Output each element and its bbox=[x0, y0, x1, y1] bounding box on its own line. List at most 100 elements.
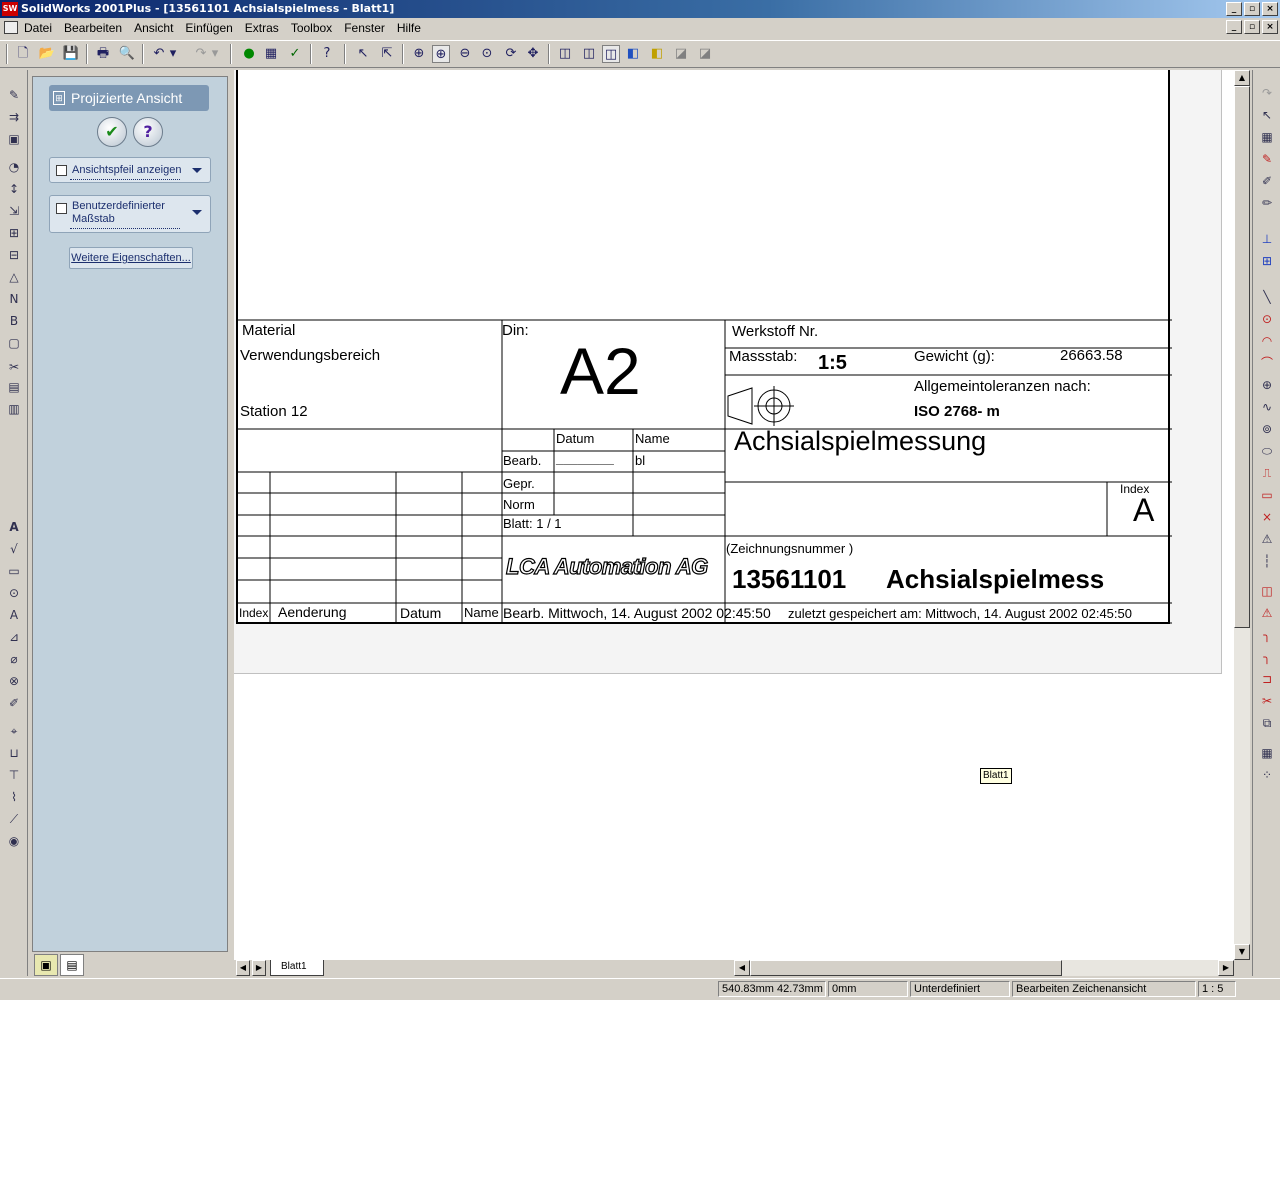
vertical-scroll-thumb[interactable] bbox=[1234, 86, 1250, 628]
open-icon[interactable]: 📂 bbox=[38, 45, 56, 63]
chevron-down-icon[interactable] bbox=[192, 210, 202, 215]
drawing-area[interactable]: Material Din: Werkstoff Nr. Verwendungsb… bbox=[234, 70, 1234, 960]
surface-finish-icon[interactable]: √ bbox=[5, 540, 23, 558]
fillet-icon[interactable]: ╮ bbox=[1258, 626, 1276, 644]
select-filter-icon[interactable]: ⇱ bbox=[378, 45, 396, 63]
note-icon[interactable]: A bbox=[5, 518, 23, 536]
predefined-view-icon[interactable]: ✂ bbox=[5, 358, 23, 376]
grid-icon[interactable]: ▦ bbox=[1258, 128, 1276, 146]
alternate-position-icon[interactable]: N bbox=[5, 290, 23, 308]
show-view-arrow-checkbox[interactable] bbox=[56, 165, 67, 176]
more-properties-button[interactable]: Weitere Eigenschaften... bbox=[69, 247, 193, 269]
perspective-icon[interactable]: ◪ bbox=[672, 45, 690, 63]
split-icon[interactable]: ✂ bbox=[1258, 692, 1276, 710]
help-button[interactable]: ? bbox=[133, 117, 163, 147]
hidden-removed-icon[interactable]: ◫ bbox=[602, 45, 620, 63]
add-relation-icon[interactable]: ⊥ bbox=[1258, 230, 1276, 248]
projected-view-icon[interactable]: ▣ bbox=[5, 130, 23, 148]
circular-pattern-icon[interactable]: ⁘ bbox=[1258, 766, 1276, 784]
zoom-selection-icon[interactable]: ⊙ bbox=[478, 45, 496, 63]
datum-target-icon[interactable]: ⊗ bbox=[5, 672, 23, 690]
centerpoint-arc-icon[interactable]: ⊚ bbox=[1258, 420, 1276, 438]
rectangle-icon[interactable]: ▭ bbox=[1258, 486, 1276, 504]
auxiliary-view-icon[interactable]: ◔ bbox=[5, 158, 23, 176]
convert-entities-icon[interactable]: ⚠ bbox=[1258, 604, 1276, 622]
new-icon[interactable]: 🗋 bbox=[14, 45, 32, 63]
weld-symbol-icon[interactable]: ⊿ bbox=[5, 628, 23, 646]
select-icon[interactable]: ↖ bbox=[1258, 106, 1276, 124]
scroll-down-icon[interactable]: ▼ bbox=[1234, 944, 1250, 960]
property-manager-tab-icon[interactable]: ▤ bbox=[60, 954, 84, 976]
hidden-lines-icon[interactable]: ◫ bbox=[580, 45, 598, 63]
centerline-icon[interactable]: ┆ bbox=[1258, 552, 1276, 570]
update-view-icon[interactable]: ▤ bbox=[5, 378, 23, 396]
center-mark-icon[interactable]: ⌖ bbox=[5, 722, 23, 740]
print-preview-icon[interactable]: 🔍 bbox=[118, 45, 136, 63]
linear-pattern-icon[interactable]: ▦ bbox=[1258, 744, 1276, 762]
smart-dimension-icon[interactable]: ⟋ bbox=[5, 810, 23, 828]
select-icon[interactable]: ↖ bbox=[354, 45, 372, 63]
doc-restore-button[interactable]: ▫ bbox=[1244, 20, 1260, 34]
mirror-icon[interactable]: ⚠ bbox=[1258, 530, 1276, 548]
menu-einfuegen[interactable]: Einfügen bbox=[185, 21, 232, 35]
spline-icon[interactable]: ∿ bbox=[1258, 398, 1276, 416]
cosmetic-thread-icon[interactable]: ✐ bbox=[5, 694, 23, 712]
offset-icon[interactable]: ◫ bbox=[1258, 582, 1276, 600]
rotate-icon[interactable]: ⟳ bbox=[502, 45, 520, 63]
menu-fenster[interactable]: Fenster bbox=[344, 21, 385, 35]
datum-feature-icon[interactable]: A bbox=[5, 606, 23, 624]
aligned-section-icon[interactable]: ⇲ bbox=[5, 202, 23, 220]
section-view-icon[interactable]: ↕ bbox=[5, 180, 23, 198]
hole-callout-icon[interactable]: ⌀ bbox=[5, 650, 23, 668]
doc-minimize-button[interactable]: _ bbox=[1226, 20, 1242, 34]
tangent-arc-icon[interactable]: ◠ bbox=[1258, 332, 1276, 350]
menu-toolbox[interactable]: Toolbox bbox=[291, 21, 332, 35]
chevron-down-icon[interactable] bbox=[192, 168, 202, 173]
check-icon[interactable]: ✓ bbox=[286, 45, 304, 63]
line-icon[interactable]: ╲ bbox=[1258, 288, 1276, 306]
ellipse-icon[interactable]: ⬭ bbox=[1258, 442, 1276, 460]
section-icon[interactable]: ◪ bbox=[696, 45, 714, 63]
wireframe-icon[interactable]: ◫ bbox=[556, 45, 574, 63]
save-icon[interactable]: 💾 bbox=[62, 45, 80, 63]
close-button[interactable]: × bbox=[1262, 2, 1278, 16]
trim-icon[interactable]: × bbox=[1258, 508, 1276, 526]
menu-hilfe[interactable]: Hilfe bbox=[397, 21, 421, 35]
zoom-area-icon[interactable]: ⊕ bbox=[432, 45, 450, 63]
centerline-icon[interactable]: ⊔ bbox=[5, 744, 23, 762]
undo-dropdown-icon[interactable]: ▾ bbox=[168, 45, 178, 63]
relative-view-icon[interactable]: B bbox=[5, 312, 23, 330]
vertical-scrollbar[interactable]: ▲ ▼ bbox=[1234, 70, 1250, 960]
doc-close-button[interactable]: × bbox=[1262, 20, 1278, 34]
circle-icon[interactable]: ⊕ bbox=[1258, 376, 1276, 394]
detail-view-icon[interactable]: ⊞ bbox=[5, 224, 23, 242]
minimize-button[interactable]: _ bbox=[1226, 2, 1242, 16]
standard-views-icon[interactable]: ⇉ bbox=[5, 108, 23, 126]
model-view-icon[interactable]: ✎ bbox=[5, 86, 23, 104]
shaded-icon[interactable]: ◧ bbox=[624, 45, 642, 63]
menu-bearbeiten[interactable]: Bearbeiten bbox=[64, 21, 122, 35]
sketch-3d-icon[interactable]: ✐ bbox=[1258, 172, 1276, 190]
redo-icon[interactable]: ↷ bbox=[192, 45, 210, 63]
shaded-edges-icon[interactable]: ◧ bbox=[648, 45, 666, 63]
redo-sketch-icon[interactable]: ↷ bbox=[1258, 84, 1276, 102]
redo-dropdown-icon[interactable]: ▾ bbox=[210, 45, 220, 63]
geometric-tolerance-icon[interactable]: ▭ bbox=[5, 562, 23, 580]
pan-icon[interactable]: ✥ bbox=[524, 45, 542, 63]
sketch-pen-icon[interactable]: ✏ bbox=[1258, 194, 1276, 212]
chamfer-icon[interactable]: ╮ bbox=[1258, 648, 1276, 666]
traffic-light-icon[interactable]: ● bbox=[240, 45, 258, 63]
ok-button[interactable]: ✔ bbox=[97, 117, 127, 147]
print-icon[interactable]: 🖶 bbox=[94, 45, 112, 63]
balloon-icon[interactable]: ⊙ bbox=[5, 584, 23, 602]
empty-view-icon[interactable]: ▢ bbox=[5, 334, 23, 352]
menu-ansicht[interactable]: Ansicht bbox=[134, 21, 173, 35]
horizontal-scroll-thumb[interactable] bbox=[750, 960, 1062, 976]
scroll-right-icon[interactable]: ▶ bbox=[1218, 960, 1234, 976]
restore-button[interactable]: ▫ bbox=[1244, 2, 1260, 16]
three-point-arc-icon[interactable]: ⌒ bbox=[1258, 354, 1276, 372]
solidworks-logo-icon[interactable]: SW bbox=[2, 2, 18, 16]
horizontal-scrollbar[interactable]: ◀ ▶ bbox=[734, 960, 1234, 976]
first-sheet-icon[interactable]: ◀ bbox=[236, 960, 250, 976]
polyline-icon[interactable]: ⎍ bbox=[1258, 464, 1276, 482]
